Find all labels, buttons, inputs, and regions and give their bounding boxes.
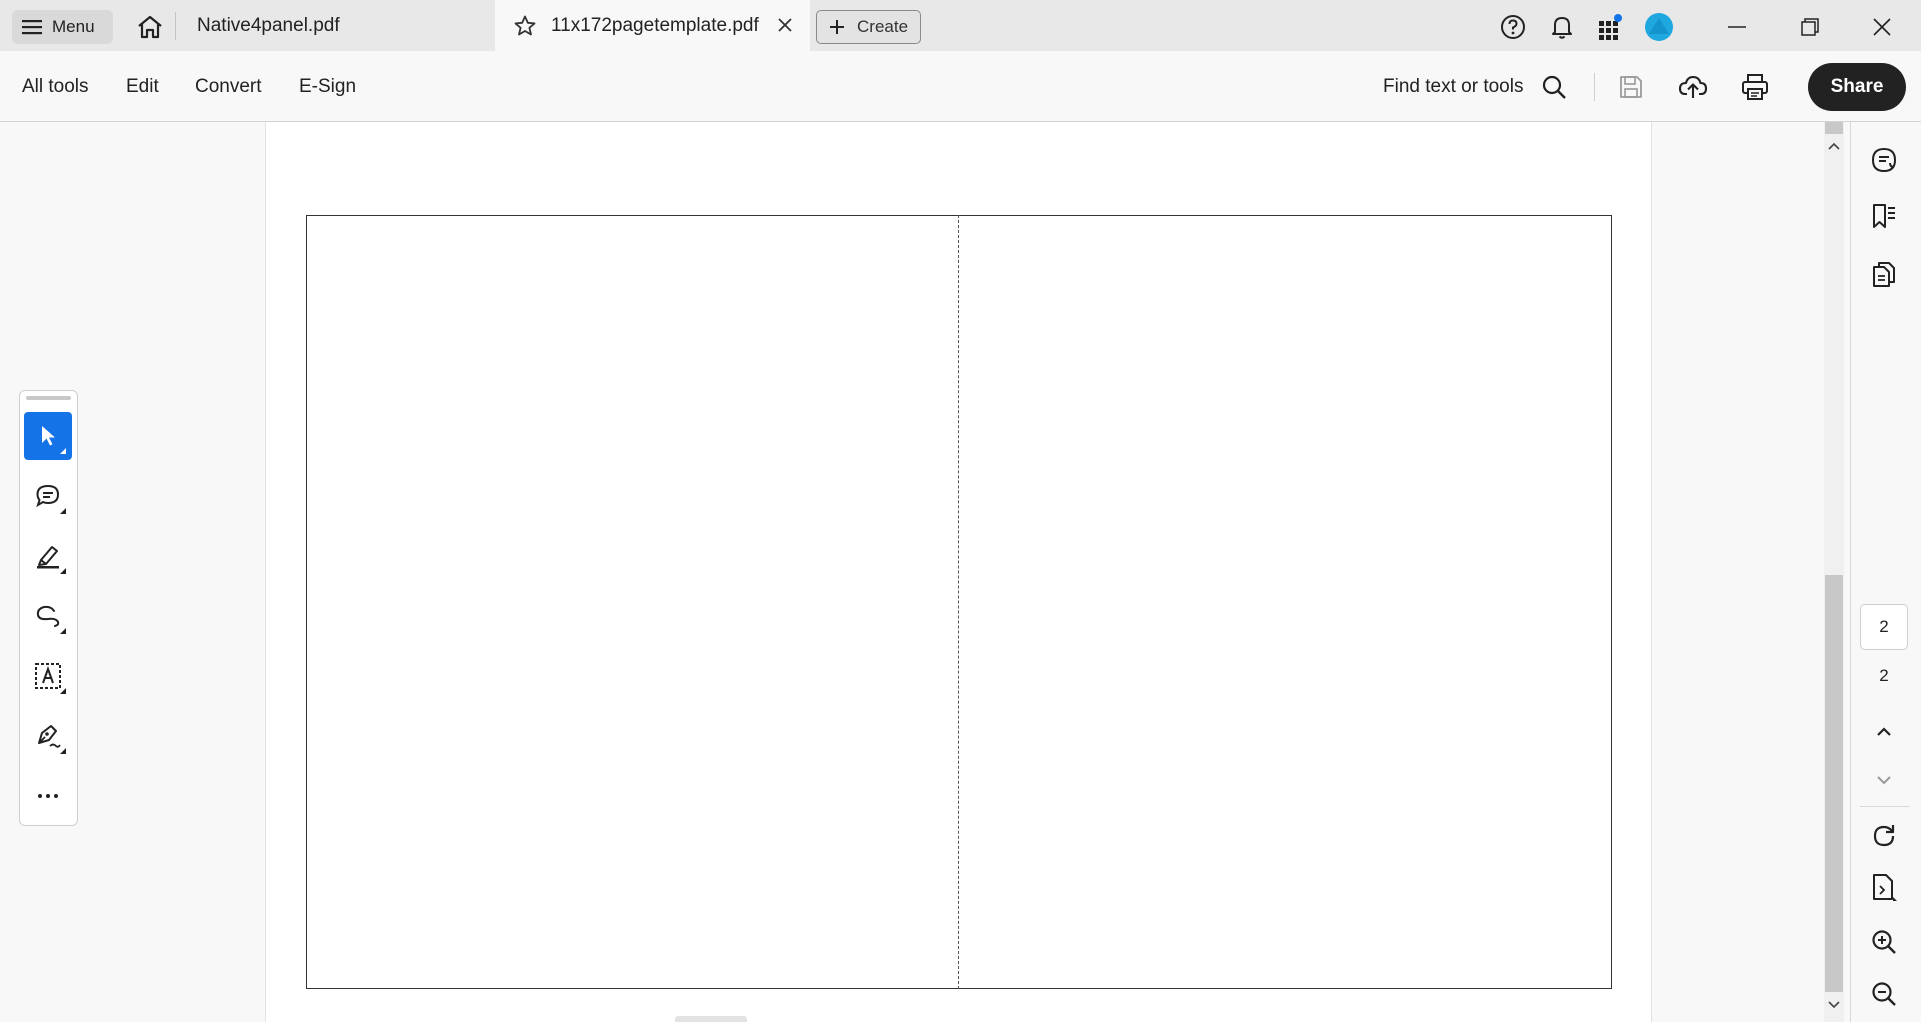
submenu-indicator: [60, 568, 66, 574]
ai-assistant-icon[interactable]: [1866, 142, 1902, 178]
create-label: Create: [857, 17, 909, 36]
drag-grip[interactable]: [26, 396, 71, 400]
rail-divider: [1860, 806, 1910, 807]
apps-grid-icon[interactable]: [1594, 11, 1626, 43]
scrollbar-top-cap: [1825, 122, 1843, 134]
tab-bar: Menu Native4panel.pdf 11x172pagetemplate…: [0, 0, 1921, 51]
help-icon[interactable]: [1497, 11, 1529, 43]
page-template-border: [306, 215, 1612, 989]
scroll-up-icon[interactable]: [1827, 138, 1841, 156]
nav-edit[interactable]: Edit: [126, 76, 159, 98]
main-toolbar: All tools Edit Convert E-Sign Find text …: [0, 51, 1921, 122]
search-icon[interactable]: [1536, 69, 1572, 105]
select-tool-button[interactable]: [24, 412, 72, 460]
close-icon[interactable]: [776, 16, 794, 34]
nav-all-tools[interactable]: All tools: [22, 76, 89, 98]
highlighter-icon: [34, 543, 62, 569]
print-icon[interactable]: [1737, 69, 1773, 105]
sign-pen-icon: [34, 722, 62, 750]
current-page-input[interactable]: 2: [1860, 604, 1908, 650]
minimize-icon[interactable]: [1721, 11, 1753, 43]
share-button[interactable]: Share: [1808, 63, 1906, 111]
restore-icon[interactable]: [1794, 11, 1826, 43]
submenu-indicator: [60, 448, 66, 454]
page-down-icon[interactable]: [1866, 762, 1902, 798]
more-icon: [36, 792, 60, 800]
tab-native4panel[interactable]: Native4panel.pdf: [175, 0, 495, 51]
fold-line-dashed: [958, 215, 959, 989]
home-button[interactable]: [133, 11, 167, 43]
bell-icon[interactable]: [1546, 11, 1578, 43]
save-icon[interactable]: [1613, 69, 1649, 105]
submenu-indicator: [60, 748, 66, 754]
total-pages: 2: [1879, 666, 1889, 685]
scroll-down-icon[interactable]: [1827, 997, 1841, 1015]
text-box-tool-button[interactable]: [24, 652, 72, 700]
submenu-indicator: [60, 628, 66, 634]
nav-convert[interactable]: Convert: [195, 76, 262, 98]
window-close-icon[interactable]: [1866, 11, 1898, 43]
zoom-in-icon[interactable]: [1866, 924, 1902, 960]
find-text-or-tools[interactable]: Find text or tools: [1383, 76, 1523, 98]
share-label: Share: [1830, 76, 1884, 97]
comment-tool-button[interactable]: [24, 472, 72, 520]
comment-icon: [34, 483, 62, 509]
quick-tools-panel: [19, 390, 78, 826]
bookmarks-icon[interactable]: [1866, 198, 1902, 234]
page-up-icon[interactable]: [1866, 713, 1902, 749]
tab-11x172pagetemplate[interactable]: 11x172pagetemplate.pdf: [495, 0, 810, 51]
submenu-indicator: [60, 508, 66, 514]
select-cursor-icon: [37, 424, 59, 448]
highlight-tool-button[interactable]: [24, 532, 72, 580]
create-button[interactable]: Create: [816, 10, 921, 44]
rotate-icon[interactable]: [1866, 818, 1902, 854]
hamburger-icon: [22, 19, 42, 35]
profile-avatar-icon[interactable]: [1643, 11, 1675, 43]
tab-label: 11x172pagetemplate.pdf: [551, 14, 759, 36]
freehand-draw-icon: [34, 603, 62, 629]
page-thumbnail-icon[interactable]: [1866, 870, 1902, 906]
zoom-out-icon[interactable]: [1866, 976, 1902, 1012]
scrollbar-thumb[interactable]: [1825, 575, 1843, 992]
plus-icon: [829, 19, 845, 35]
bottom-drag-handle[interactable]: [675, 1016, 747, 1022]
menu-label: Menu: [52, 17, 95, 36]
copy-pages-icon[interactable]: [1866, 256, 1902, 292]
submenu-indicator: [60, 688, 66, 694]
sign-tool-button[interactable]: [24, 712, 72, 760]
draw-tool-button[interactable]: [24, 592, 72, 640]
more-tools-button[interactable]: [24, 772, 72, 820]
home-icon: [136, 14, 164, 40]
cloud-upload-icon[interactable]: [1675, 69, 1711, 105]
tab-label: Native4panel.pdf: [197, 14, 340, 36]
text-box-icon: [34, 662, 62, 690]
nav-e-sign[interactable]: E-Sign: [299, 76, 356, 98]
star-icon[interactable]: [513, 14, 537, 38]
menu-button[interactable]: Menu: [12, 10, 113, 44]
toolbar-divider: [1594, 73, 1595, 101]
